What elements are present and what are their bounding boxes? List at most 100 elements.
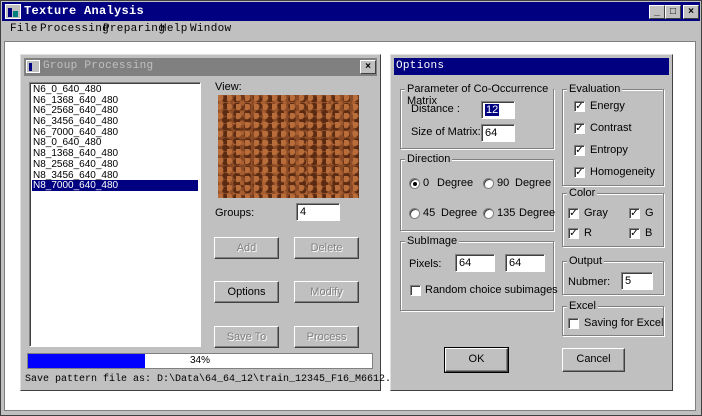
list-item[interactable]: N8_7000_640_480 xyxy=(32,180,198,191)
process-button[interactable]: Process xyxy=(294,326,359,348)
evaluation-label: Evaluation xyxy=(567,83,623,95)
group-processing-window: Group Processing × N6_0_640_480 N6_1368_6… xyxy=(20,54,409,391)
groups-input[interactable]: 4 xyxy=(296,203,340,221)
group-processing-titlebar[interactable]: Group Processing × xyxy=(24,58,377,76)
window-icon[interactable] xyxy=(26,60,40,73)
view-label: View: xyxy=(215,81,242,93)
entropy-checkbox[interactable]: ✓ xyxy=(574,145,585,156)
number-input[interactable]: 5 xyxy=(621,272,653,290)
energy-label: Energy xyxy=(590,100,625,112)
r-checkbox[interactable]: ✓ xyxy=(568,228,579,239)
direction-label: Direction xyxy=(405,153,453,165)
random-choice-checkbox[interactable] xyxy=(410,285,421,296)
app-title: Texture Analysis xyxy=(24,4,145,18)
list-item[interactable]: N8_1368_640_480 xyxy=(32,148,198,159)
pixels-width-input[interactable]: 64 xyxy=(455,254,495,272)
file-list[interactable]: N6_0_640_480 N6_1368_640_480 N6_2568_640_4… xyxy=(29,82,201,347)
list-item[interactable]: N8_2568_640_480 xyxy=(32,159,198,170)
direction-90-unit: Degree xyxy=(515,177,552,189)
menu-file[interactable]: File xyxy=(10,23,38,35)
distance-label: Distance : xyxy=(411,103,460,115)
close-button[interactable]: × xyxy=(683,5,699,19)
direction-0-value: 0 xyxy=(423,177,430,189)
main-titlebar[interactable]: Texture Analysis _ □ × xyxy=(2,2,700,21)
list-item[interactable]: N6_0_640_480 xyxy=(32,84,198,95)
direction-45-radio[interactable] xyxy=(409,208,420,219)
list-item[interactable]: N8_3456_640_480 xyxy=(32,170,198,181)
b-label: B xyxy=(645,227,653,239)
options-window: Options Parameter of Co-Occurrence Matri… xyxy=(390,54,673,391)
color-group: Color ✓ Gray ✓ G ✓ R ✓ B xyxy=(562,187,664,247)
subimage-group: SubImage Pixels: 64 64 Random choice sub… xyxy=(400,235,558,311)
cooccurrence-group: Parameter of Co-Occurrence Matrix Distan… xyxy=(400,83,554,149)
g-checkbox[interactable]: ✓ xyxy=(629,208,640,219)
menu-bar: File Processing Preparing Help Window xyxy=(2,21,700,39)
size-of-matrix-input[interactable]: 64 xyxy=(481,124,515,142)
direction-135-unit: Degree xyxy=(519,207,556,219)
list-item[interactable]: N6_3456_640_480 xyxy=(32,116,198,127)
output-group: Output Nubmer: 5 xyxy=(562,255,664,295)
g-label: G xyxy=(645,207,654,219)
direction-0-radio[interactable] xyxy=(409,178,420,189)
gray-checkbox[interactable]: ✓ xyxy=(568,208,579,219)
distance-value: 12 xyxy=(485,104,500,116)
menu-processing[interactable]: Processing xyxy=(40,23,109,35)
contrast-checkbox[interactable]: ✓ xyxy=(574,123,585,134)
progress-text: 34% xyxy=(189,355,210,366)
options-button[interactable]: Options xyxy=(214,281,279,303)
excel-group: Excel Saving for Excel xyxy=(562,300,664,336)
list-item[interactable]: N6_1368_640_480 xyxy=(32,95,198,106)
menu-window[interactable]: Window xyxy=(190,23,231,35)
cancel-button[interactable]: Cancel xyxy=(562,348,625,372)
group-close-button[interactable]: × xyxy=(360,60,376,74)
subimage-label: SubImage xyxy=(405,235,460,247)
homogeneity-checkbox[interactable]: ✓ xyxy=(574,167,585,178)
excel-label: Excel xyxy=(567,300,598,312)
list-item[interactable]: N8_0_640_480 xyxy=(32,137,198,149)
color-label: Color xyxy=(567,187,598,199)
list-item[interactable]: N6_7000_640_480 xyxy=(32,127,198,138)
b-checkbox[interactable]: ✓ xyxy=(629,228,640,239)
options-titlebar[interactable]: Options xyxy=(394,58,669,75)
distance-input[interactable]: 12 xyxy=(481,101,515,119)
energy-checkbox[interactable]: ✓ xyxy=(574,101,585,112)
number-label: Nubmer: xyxy=(568,276,611,288)
evaluation-group: Evaluation ✓ Energy ✓ Contrast ✓ Entropy… xyxy=(562,83,664,186)
entropy-label: Entropy xyxy=(590,144,628,156)
pixels-height-input[interactable]: 64 xyxy=(505,254,545,272)
direction-0-unit: Degree xyxy=(437,177,474,189)
modify-button[interactable]: Modify xyxy=(294,281,359,303)
direction-135-radio[interactable] xyxy=(483,208,494,219)
gray-label: Gray xyxy=(584,207,608,219)
direction-45-unit: Degree xyxy=(441,207,478,219)
maximize-button[interactable]: □ xyxy=(665,5,681,19)
homogeneity-label: Homogeneity xyxy=(590,166,655,178)
save-to-button[interactable]: Save To xyxy=(214,326,279,348)
random-choice-label: Random choice subimages xyxy=(425,284,558,296)
ok-button[interactable]: OK xyxy=(444,347,509,373)
saving-for-excel-label: Saving for Excel xyxy=(584,317,664,329)
delete-button[interactable]: Delete xyxy=(294,237,359,259)
output-label: Output xyxy=(567,255,605,267)
list-item[interactable]: N6_2568_640_480 xyxy=(32,105,198,117)
progress-bar: 34% xyxy=(27,353,373,369)
direction-90-value: 90 xyxy=(497,177,510,189)
menu-preparing[interactable]: Preparing xyxy=(103,23,165,35)
group-processing-title: Group Processing xyxy=(43,60,154,72)
contrast-label: Contrast xyxy=(590,122,632,134)
app-icon[interactable] xyxy=(5,4,21,19)
direction-group: Direction 0 Degree 90 Degree 45 Degree 1… xyxy=(400,153,556,231)
minimize-button[interactable]: _ xyxy=(649,5,665,19)
pixels-label: Pixels: xyxy=(409,258,442,270)
menu-help[interactable]: Help xyxy=(160,23,188,35)
direction-135-value: 135 xyxy=(497,207,516,219)
direction-45-value: 45 xyxy=(423,207,436,219)
groups-label: Groups: xyxy=(215,207,255,219)
texture-preview-image xyxy=(218,95,359,198)
saving-for-excel-checkbox[interactable] xyxy=(568,318,579,329)
direction-90-radio[interactable] xyxy=(483,178,494,189)
r-label: R xyxy=(584,227,592,239)
size-of-matrix-label: Size of Matrix: xyxy=(411,126,481,138)
options-title: Options xyxy=(396,60,445,72)
add-button[interactable]: Add xyxy=(214,237,279,259)
